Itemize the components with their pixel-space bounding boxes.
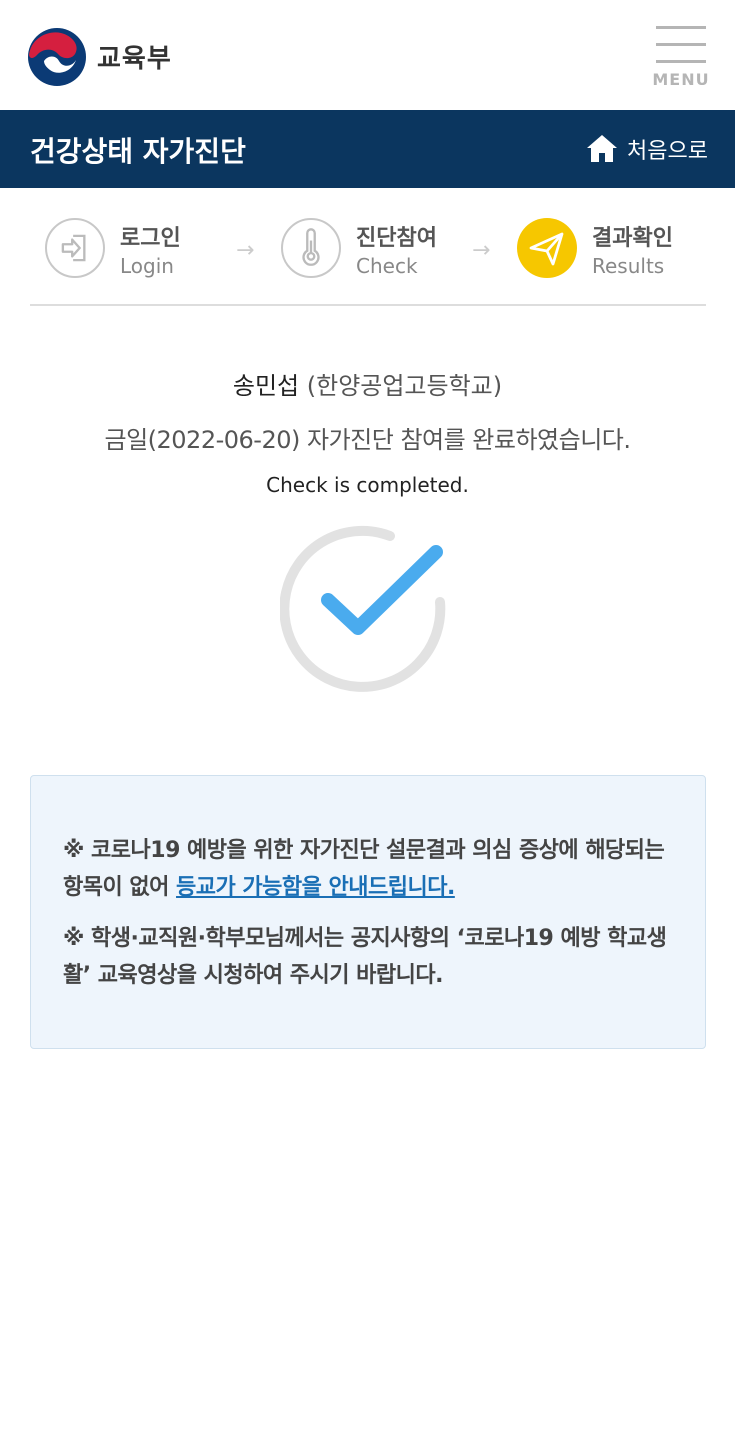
completion-message-en: Check is completed. [266, 473, 469, 497]
step-label-en: Check [356, 254, 418, 278]
step-label-ko: 로그인 [120, 226, 181, 251]
hamburger-icon [656, 26, 706, 29]
title-bar: 건강상태 자가진단 처음으로 [0, 110, 735, 188]
home-button[interactable]: 처음으로 [585, 132, 708, 166]
page-title: 건강상태 자가진단 [30, 135, 246, 168]
step-label-ko: 결과확인 [592, 226, 673, 251]
completion-message: 금일(2022-06-20) 자가진단 참여를 완료하였습니다. [104, 426, 632, 454]
student-info: 송민섭 (한양공업고등학교) [0, 366, 735, 401]
top-header: 교육부 MENU [0, 0, 735, 110]
step-arrow: → [472, 238, 491, 263]
thermometer-icon [281, 218, 341, 278]
check-complete-icon [280, 525, 446, 692]
menu-button[interactable]: MENU [652, 22, 710, 94]
notice-line-1: ※ 코로나19 예방을 위한 자가진단 설문결과 의심 증상에 해당되는 항목이… [63, 832, 679, 906]
step-label-ko: 진단참여 [356, 226, 437, 251]
notice-box: ※ 코로나19 예방을 위한 자가진단 설문결과 의심 증상에 해당되는 항목이… [30, 775, 706, 1049]
step-label-en: Login [120, 254, 174, 278]
notice-line-2: ※ 학생·교직원·학부모님께서는 공지사항의 ‘코로나19 예방 학교생활’ 교… [63, 926, 667, 988]
school-name: (한양공업고등학교) [306, 372, 503, 400]
government-logo-icon [28, 28, 86, 86]
home-icon [587, 135, 617, 162]
step-arrow: → [236, 238, 255, 263]
home-label: 처음으로 [627, 139, 708, 164]
paper-plane-icon [517, 218, 577, 278]
student-name: 송민섭 [232, 372, 300, 400]
hamburger-icon-bar [656, 60, 706, 63]
step-label-en: Results [592, 254, 665, 278]
login-icon [45, 218, 105, 278]
ministry-name: 교육부 [97, 44, 172, 74]
hamburger-icon-bar [656, 43, 706, 46]
attendance-allowed-link[interactable]: 등교가 가능함을 안내드립니다. [176, 875, 455, 900]
menu-label: MENU [652, 70, 710, 89]
progress-steps: 로그인 Login → 진단참여 Check → 결과확인 Results [30, 188, 706, 306]
